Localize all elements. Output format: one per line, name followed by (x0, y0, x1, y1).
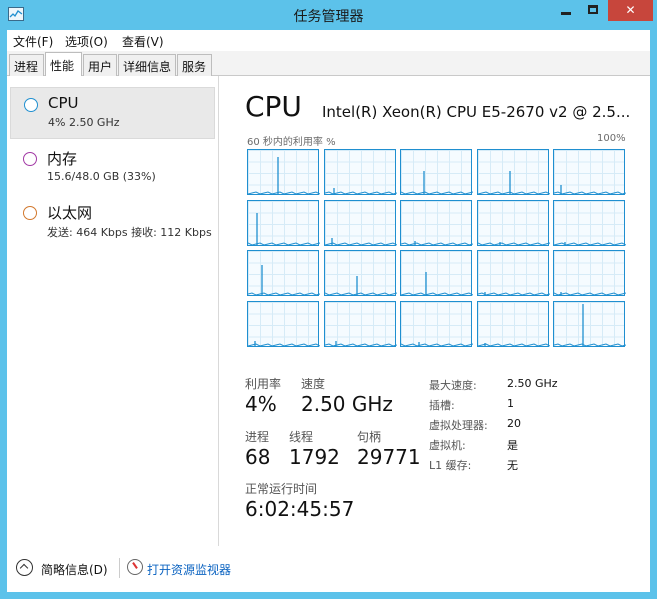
resource-sidebar: CPU 4% 2.50 GHz 内存 15.6/48.0 GB (33%) 以太… (7, 76, 219, 546)
utilization-label: 利用率 (245, 377, 282, 391)
tab-services[interactable]: 服务 (177, 54, 212, 76)
cpu-core-graph (400, 250, 473, 296)
menu-file[interactable]: 文件(F) (13, 33, 53, 50)
ethernet-indicator-icon (23, 206, 37, 220)
cpu-core-graph (553, 250, 626, 296)
handles-label: 句柄 (357, 430, 382, 444)
sidebar-item-memory[interactable]: 内存 15.6/48.0 GB (33%) (10, 142, 215, 194)
uptime-label: 正常运行时间 (245, 482, 318, 496)
virtual-processors-label: 虚拟处理器: (429, 419, 488, 432)
cpu-detail-panel: CPU Intel(R) Xeon(R) CPU E5-2670 v2 @ 2.… (245, 76, 640, 546)
tab-details[interactable]: 详细信息 (118, 54, 176, 76)
sidebar-item-title: 内存 (47, 150, 78, 168)
cpu-core-graph (553, 300, 626, 347)
cpu-core-graph (476, 300, 550, 347)
max-speed-label: 最大速度: (429, 379, 477, 392)
sidebar-item-subtitle: 发送: 464 Kbps 接收: 112 Kbps (47, 226, 212, 239)
max-speed-value: 2.50 GHz (507, 377, 558, 390)
processes-label: 进程 (245, 430, 270, 444)
cpu-core-graph (247, 300, 320, 347)
cpu-core-graph (553, 149, 626, 195)
footer-bar: 简略信息(D) 打开资源监视器 (7, 546, 650, 592)
graph-caption: 60 秒内的利用率 % (247, 137, 336, 148)
tab-strip: 进程 性能 用户 详细信息 服务 (7, 51, 650, 77)
footer-divider (119, 558, 120, 578)
fewer-details-label[interactable]: 简略信息(D) (41, 561, 108, 578)
cpu-core-graph (323, 300, 397, 347)
cpu-core-graph (553, 199, 626, 246)
page-title: CPU (245, 90, 302, 123)
tab-performance[interactable]: 性能 (45, 52, 82, 77)
cpu-core-graph (400, 199, 473, 246)
utilization-value: 4% (245, 392, 277, 416)
cpu-core-graph (400, 149, 473, 195)
virtual-machine-label: 虚拟机: (429, 439, 466, 452)
resource-monitor-icon (127, 559, 143, 575)
maximize-button[interactable] (580, 0, 606, 21)
uptime-value: 6:02:45:57 (245, 497, 355, 521)
virtual-machine-value: 是 (507, 439, 518, 452)
l1-cache-value: 无 (507, 459, 518, 472)
threads-value: 1792 (289, 445, 340, 469)
minimize-button[interactable] (553, 0, 579, 21)
sidebar-item-ethernet[interactable]: 以太网 发送: 464 Kbps 接收: 112 Kbps (10, 196, 215, 248)
menu-options[interactable]: 选项(O) (65, 33, 108, 50)
cpu-core-graph (323, 199, 397, 246)
cpu-core-graph (323, 149, 397, 195)
sockets-label: 插槽: (429, 399, 455, 412)
title-bar[interactable]: 任务管理器 ✕ (0, 0, 657, 30)
memory-indicator-icon (23, 152, 37, 166)
task-manager-window: 任务管理器 ✕ 文件(F) 选项(O) 查看(V) 进程 性能 用户 详细信息 … (0, 0, 657, 599)
minimize-icon (561, 12, 571, 15)
cpu-core-graph (247, 250, 320, 296)
cpu-model: Intel(R) Xeon(R) CPU E5-2670 v2 @ 2.5... (322, 103, 631, 121)
tab-processes[interactable]: 进程 (9, 54, 44, 76)
sockets-value: 1 (507, 397, 514, 410)
graph-max-label: 100% (597, 133, 626, 144)
maximize-icon (588, 5, 598, 14)
fewer-details-button[interactable] (16, 559, 33, 576)
cpu-core-graph (323, 250, 397, 296)
tab-users[interactable]: 用户 (83, 54, 117, 76)
sidebar-item-cpu[interactable]: CPU 4% 2.50 GHz (10, 87, 215, 139)
menu-bar: 文件(F) 选项(O) 查看(V) (7, 30, 650, 51)
sidebar-item-subtitle: 15.6/48.0 GB (33%) (47, 170, 156, 183)
cpu-core-graph (476, 250, 550, 296)
sidebar-item-subtitle: 4% 2.50 GHz (48, 116, 120, 129)
cpu-core-graph (247, 199, 320, 246)
speed-value: 2.50 GHz (301, 392, 393, 416)
processes-value: 68 (245, 445, 271, 469)
sidebar-item-title: CPU (48, 94, 79, 112)
l1-cache-label: L1 缓存: (429, 459, 472, 472)
cpu-core-graph (476, 199, 550, 246)
chevron-up-icon (19, 563, 29, 573)
open-resource-monitor-link[interactable]: 打开资源监视器 (147, 561, 231, 578)
cpu-indicator-icon (24, 98, 38, 112)
cpu-core-graph (476, 149, 550, 195)
close-button[interactable]: ✕ (608, 0, 653, 21)
sidebar-item-title: 以太网 (47, 204, 93, 222)
virtual-processors-value: 20 (507, 417, 521, 430)
handles-value: 29771 (357, 445, 421, 469)
threads-label: 线程 (289, 430, 314, 444)
menu-view[interactable]: 查看(V) (122, 33, 164, 50)
client-area: 文件(F) 选项(O) 查看(V) 进程 性能 用户 详细信息 服务 CPU 4… (7, 30, 650, 592)
cpu-core-graph (247, 149, 320, 195)
speed-label: 速度 (301, 377, 326, 391)
logical-processor-graphs (247, 149, 627, 347)
performance-content: CPU 4% 2.50 GHz 内存 15.6/48.0 GB (33%) 以太… (7, 76, 650, 546)
cpu-core-graph (400, 300, 473, 347)
